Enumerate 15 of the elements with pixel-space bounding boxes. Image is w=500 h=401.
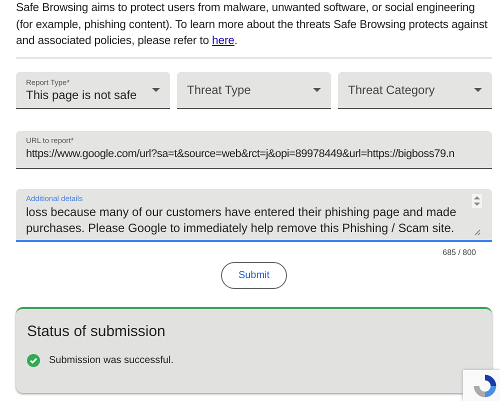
status-title: Status of submission xyxy=(27,322,166,340)
caret-icon xyxy=(474,88,482,92)
intro-paragraph: Safe Browsing aims to protect users from malware, unwanted software, or social engineering (for example, phishing content). To learn more about the threats Safe Browsing protects against and associated policies, please refer to here. xyxy=(16,1,488,49)
resize-handle-icon[interactable] xyxy=(473,228,481,236)
caret-icon xyxy=(152,88,160,92)
character-counter: 685 / 800 xyxy=(442,248,476,256)
status-message: Submission was successful. xyxy=(49,354,174,366)
caret-icon xyxy=(313,88,321,92)
here-link[interactable]: here xyxy=(212,35,234,47)
submit-button[interactable]: Submit xyxy=(221,262,287,288)
recaptcha-badge[interactable] xyxy=(463,370,500,401)
dropdown-field[interactable]: Threat Type xyxy=(177,72,331,108)
dropdown-field[interactable]: Threat Category xyxy=(338,72,492,108)
success-check-icon xyxy=(27,354,40,366)
spinner-icon[interactable] xyxy=(472,194,482,208)
